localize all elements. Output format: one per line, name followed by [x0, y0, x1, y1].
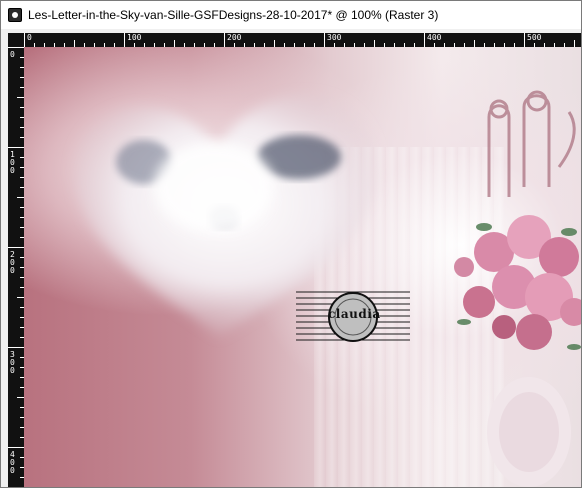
- title-bar[interactable]: Les-Letter-in-the-Sky-van-Sille-GSFDesig…: [1, 1, 581, 29]
- window-title: Les-Letter-in-the-Sky-van-Sille-GSFDesig…: [28, 8, 439, 22]
- horizontal-ruler-ticks: [24, 33, 575, 47]
- rose-bouquet-vase: [454, 215, 581, 487]
- camera-icon[interactable]: [8, 8, 22, 22]
- vruler-label-300: 300: [10, 350, 15, 375]
- hruler-label-100: 100: [127, 33, 142, 42]
- hruler-label-0: 0: [27, 33, 32, 42]
- hruler-label-400: 400: [427, 33, 442, 42]
- vruler-label-400: 400: [10, 450, 15, 475]
- ruler-corner: [8, 33, 24, 47]
- image-canvas[interactable]: claudia: [24, 47, 581, 487]
- vruler-label-200: 200: [10, 250, 15, 275]
- vertical-ruler: 0 100 200 300 400: [8, 47, 24, 487]
- vruler-label-100: 100: [10, 150, 15, 175]
- watermark-label: claudia: [328, 307, 381, 321]
- hruler-label-500: 500: [527, 33, 542, 42]
- hruler-label-200: 200: [227, 33, 242, 42]
- horizontal-ruler: 0 100 200 300 400 500: [24, 33, 581, 47]
- hruler-label-300: 300: [327, 33, 342, 42]
- vruler-label-0: 0: [10, 50, 15, 59]
- image-document-window: Les-Letter-in-the-Sky-van-Sille-GSFDesig…: [0, 0, 582, 488]
